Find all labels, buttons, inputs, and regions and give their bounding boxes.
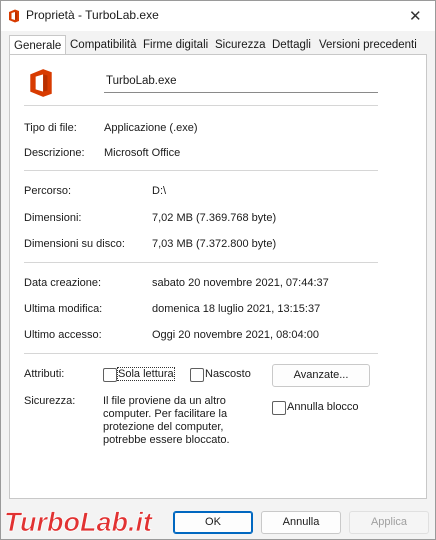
avanzate-button[interactable]: Avanzate... [272, 364, 370, 387]
turbolab-watermark: TurboLab.it [4, 507, 154, 538]
tab-bar: Generale Compatibilità Firme digitali Si… [9, 35, 433, 56]
general-panel: TurboLab.exe Tipo di file: Applicazione … [9, 54, 427, 499]
title-bar: Proprietà - TurboLab.exe ✕ [1, 1, 435, 31]
sicurezza-message: Il file proviene da un altro computer. P… [103, 395, 263, 447]
close-button[interactable]: ✕ [395, 1, 435, 31]
tab-versioni-precedenti[interactable]: Versioni precedenti [319, 37, 417, 55]
tab-firme-digitali[interactable]: Firme digitali [143, 37, 208, 55]
tipo-label: Tipo di file: [24, 122, 77, 134]
sicurezza-line: potrebbe essere bloccato. [103, 434, 230, 446]
annulla-blocco-label[interactable]: Annulla blocco [287, 401, 359, 413]
properties-dialog: Proprietà - TurboLab.exe ✕ Generale Comp… [0, 0, 436, 540]
dimensioni-label: Dimensioni: [24, 212, 82, 224]
separator [24, 353, 378, 354]
tab-sicurezza[interactable]: Sicurezza [215, 37, 266, 55]
tab-compatibilita[interactable]: Compatibilità [70, 37, 136, 55]
watermark-text: TurboLab.it [4, 507, 153, 537]
annulla-button[interactable]: Annulla [261, 511, 341, 534]
sicurezza-line: protezione del computer, [103, 421, 224, 433]
annulla-blocco-checkbox[interactable] [272, 401, 286, 415]
sola-lettura-label[interactable]: Sola lettura [117, 367, 175, 381]
file-name-value: TurboLab.exe [106, 75, 177, 87]
creazione-label: Data creazione: [24, 277, 102, 289]
tab-dettagli[interactable]: Dettagli [272, 37, 311, 55]
nascosto-label[interactable]: Nascosto [205, 368, 251, 380]
accesso-label: Ultimo accesso: [24, 329, 102, 341]
accesso-value: Oggi 20 novembre 2021, 08:04:00 [152, 329, 319, 341]
nascosto-checkbox[interactable] [190, 368, 204, 382]
applica-button[interactable]: Applica [349, 511, 429, 534]
tab-generale[interactable]: Generale [9, 35, 67, 56]
creazione-value: sabato 20 novembre 2021, 07:44:37 [152, 277, 329, 289]
sola-lettura-checkbox[interactable] [103, 368, 117, 382]
ok-button[interactable]: OK [173, 511, 253, 534]
dimensioni-disco-value: 7,03 MB (7.372.800 byte) [152, 238, 277, 250]
descrizione-label: Descrizione: [24, 147, 85, 159]
sicurezza-label: Sicurezza: [24, 395, 76, 407]
percorso-label: Percorso: [24, 185, 72, 197]
separator [24, 262, 378, 263]
descrizione-value: Microsoft Office [104, 147, 181, 159]
office-icon [9, 9, 19, 23]
sicurezza-line: computer. Per facilitare la [103, 408, 228, 420]
tipo-value: Applicazione (.exe) [104, 122, 198, 134]
modifica-label: Ultima modifica: [24, 303, 103, 315]
dimensioni-value: 7,02 MB (7.369.768 byte) [152, 212, 277, 224]
window-title: Proprietà - TurboLab.exe [26, 8, 159, 22]
sicurezza-line: Il file proviene da un altro [103, 395, 226, 407]
dimensioni-disco-label: Dimensioni su disco: [24, 238, 125, 250]
office-icon [30, 69, 52, 97]
separator [24, 105, 378, 106]
close-icon: ✕ [409, 8, 422, 25]
percorso-value: D:\ [152, 185, 167, 197]
attributi-label: Attributi: [24, 368, 65, 380]
separator [24, 170, 378, 171]
modifica-value: domenica 18 luglio 2021, 13:15:37 [152, 303, 321, 315]
